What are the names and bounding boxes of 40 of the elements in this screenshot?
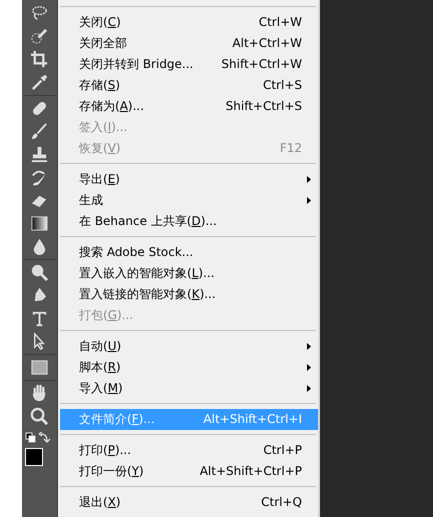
- zoom-icon[interactable]: [30, 407, 49, 426]
- menu-item[interactable]: 关闭(C) Ctrl+W: [60, 12, 318, 32]
- magnifier-icon[interactable]: [30, 263, 49, 282]
- rectangle-icon[interactable]: [30, 358, 49, 377]
- menu-item[interactable]: 退出(X) Ctrl+Q: [60, 492, 318, 512]
- menu-item[interactable]: 在 Behance 上共享(D)...: [60, 210, 318, 232]
- brush-icon[interactable]: [30, 122, 49, 141]
- menu-item[interactable]: 导出(E): [60, 168, 318, 190]
- history-brush-icon[interactable]: [30, 168, 49, 187]
- type-icon[interactable]: [30, 309, 49, 328]
- menu-item[interactable]: 存储(S) Ctrl+S: [60, 74, 318, 96]
- lasso-icon[interactable]: [30, 4, 49, 23]
- quick-selection-icon[interactable]: [30, 27, 49, 46]
- shortcut-label: Shift+Ctrl+W: [221, 57, 302, 71]
- eyedropper-icon[interactable]: [30, 73, 49, 92]
- menu-item[interactable]: 打印(P)... Ctrl+P: [60, 440, 318, 460]
- shortcut-label: Ctrl+P: [263, 443, 302, 457]
- menu-item[interactable]: 脚本(R): [60, 356, 318, 378]
- crop-icon[interactable]: [30, 50, 49, 69]
- menu-item[interactable]: 置入链接的智能对象(K)...: [60, 284, 318, 304]
- menu-item[interactable]: 置入嵌入的智能对象(L)...: [60, 262, 318, 284]
- shortcut-label: Alt+Shift+Ctrl+I: [203, 412, 302, 426]
- stamp-icon[interactable]: [30, 145, 49, 164]
- menu-item[interactable]: 关闭并转到 Bridge... Shift+Ctrl+W: [60, 54, 318, 74]
- menu-item[interactable]: 自动(U): [60, 336, 318, 356]
- menu-item[interactable]: 关闭全部 Alt+Ctrl+W: [60, 32, 318, 54]
- shortcut-label: Ctrl+W: [258, 15, 302, 29]
- shortcut-label: Shift+Ctrl+S: [226, 99, 302, 113]
- shortcut-label: Alt+Ctrl+W: [232, 36, 302, 50]
- menu-item[interactable]: 搜索 Adobe Stock...: [60, 242, 318, 262]
- menu-item[interactable]: 打印一份(Y) Alt+Shift+Ctrl+P: [60, 460, 318, 482]
- gradient-icon[interactable]: [30, 214, 49, 233]
- shortcut-label: Ctrl+S: [262, 78, 302, 92]
- menu-item[interactable]: 生成: [60, 190, 318, 210]
- shortcut-label: Alt+Shift+Ctrl+P: [200, 464, 302, 478]
- shortcut-label: F12: [280, 141, 302, 155]
- menu-item[interactable]: 存储为(A)... Shift+Ctrl+S: [60, 96, 318, 116]
- menu-item[interactable]: 导入(M): [60, 378, 318, 398]
- foreground-color-swatch[interactable]: [24, 448, 42, 466]
- shortcut-label: Ctrl+Q: [261, 495, 302, 509]
